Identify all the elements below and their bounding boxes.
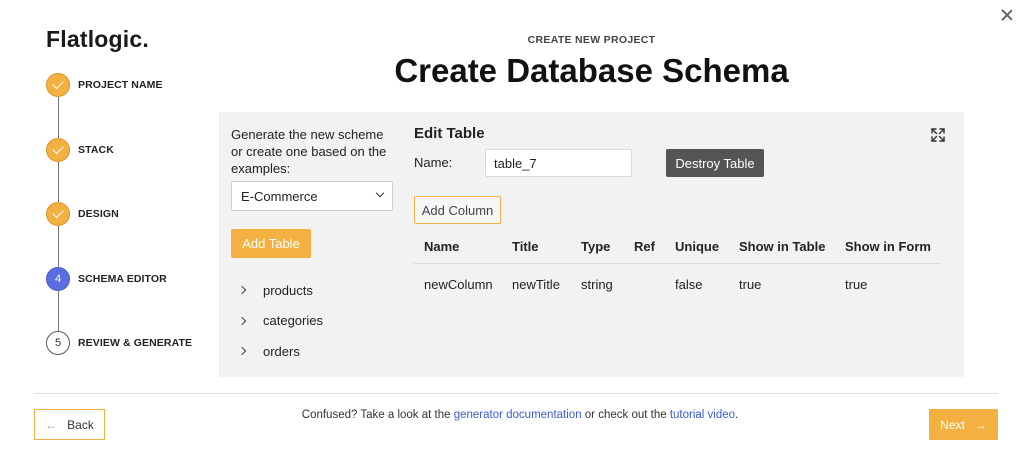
step-label: REVIEW & GENERATE <box>78 337 193 349</box>
schema-editor-panel: Generate the new scheme or create one ba… <box>219 112 964 377</box>
next-label: Next <box>940 417 965 432</box>
table-name-label: Name: <box>414 155 453 170</box>
add-column-button[interactable]: Add Column <box>414 196 501 224</box>
step-label: DESIGN <box>78 208 119 220</box>
page-subtitle: CREATE NEW PROJECT <box>527 34 656 46</box>
step-connector <box>57 162 59 202</box>
step-design[interactable]: DESIGN <box>46 202 119 226</box>
column-header: Ref <box>634 239 655 254</box>
chevron-right-icon <box>237 347 247 356</box>
column-header: Type <box>581 239 611 254</box>
table-list-item[interactable]: categories <box>237 306 323 337</box>
help-suffix: . <box>735 409 739 421</box>
step-connector <box>57 291 59 331</box>
help-prefix: Confused? Take a look at the <box>301 409 454 421</box>
column-name-cell: newColumn <box>424 276 493 292</box>
edit-table-heading: Edit Table <box>414 125 485 142</box>
step-review-generate[interactable]: 5 REVIEW & GENERATE <box>46 331 192 355</box>
tutorial-video-link[interactable]: tutorial video <box>670 409 735 421</box>
step-connector <box>57 226 59 267</box>
example-select-value: E-Commerce <box>241 188 318 204</box>
column-header: Title <box>512 239 539 254</box>
table-list-item[interactable]: users <box>237 367 323 377</box>
next-button[interactable]: Next → <box>929 409 998 440</box>
destroy-table-button[interactable]: Destroy Table <box>666 149 764 177</box>
help-middle: or check out the <box>581 409 670 421</box>
chevron-right-icon <box>237 316 247 325</box>
table-list-item[interactable]: orders <box>237 336 323 367</box>
page-title: Create Database Schema <box>394 52 789 89</box>
column-show-in-table-cell: true <box>739 276 762 292</box>
column-show-in-form-cell: true <box>845 276 868 292</box>
table-name: products <box>263 282 313 298</box>
table-name: orders <box>263 343 300 359</box>
step-schema-editor[interactable]: 4 SCHEMA EDITOR <box>46 267 167 291</box>
close-icon[interactable] <box>1000 8 1014 22</box>
table-name-input[interactable]: table_7 <box>485 149 632 177</box>
footer-divider <box>34 393 998 394</box>
step-label: STACK <box>78 144 114 156</box>
columns-table: Name Title Type Ref Unique Show in Table… <box>414 230 941 304</box>
table-list-item[interactable]: products <box>237 275 323 306</box>
edit-table-section: Edit Table Name: table_7 Destroy Table A… <box>414 112 964 377</box>
step-number: 5 <box>46 331 70 355</box>
step-label: SCHEMA EDITOR <box>78 273 167 285</box>
table-row[interactable]: newColumn newTitle string false true tru… <box>414 264 941 304</box>
help-text: Confused? Take a look at the generator d… <box>0 409 1024 421</box>
column-header: Unique <box>675 239 720 254</box>
example-select[interactable]: E-Commerce <box>231 181 393 211</box>
step-connector <box>57 97 59 138</box>
schema-sidebar: Generate the new scheme or create one ba… <box>231 126 393 211</box>
intro-text: Generate the new scheme or create one ba… <box>231 127 387 176</box>
columns-header-row: Name Title Type Ref Unique Show in Table… <box>414 230 941 264</box>
add-table-button[interactable]: Add Table <box>231 229 311 258</box>
check-icon <box>46 202 70 226</box>
column-title-cell: newTitle <box>512 276 560 292</box>
column-header: Show in Form <box>845 239 931 254</box>
check-icon <box>46 138 70 162</box>
table-list: products categories orders users <box>237 275 323 377</box>
step-stack[interactable]: STACK <box>46 138 114 162</box>
column-type-cell: string <box>581 276 613 292</box>
step-number: 4 <box>46 267 70 291</box>
chevron-down-icon <box>375 188 385 198</box>
column-header: Show in Table <box>739 239 826 254</box>
table-name: categories <box>263 313 323 329</box>
chevron-right-icon <box>237 286 247 295</box>
generator-docs-link[interactable]: generator documentation <box>454 409 582 421</box>
arrow-right-icon: → <box>974 417 987 432</box>
column-unique-cell: false <box>675 276 703 292</box>
table-name: users <box>263 374 295 377</box>
column-header: Name <box>424 239 460 254</box>
expand-icon[interactable] <box>931 128 945 142</box>
